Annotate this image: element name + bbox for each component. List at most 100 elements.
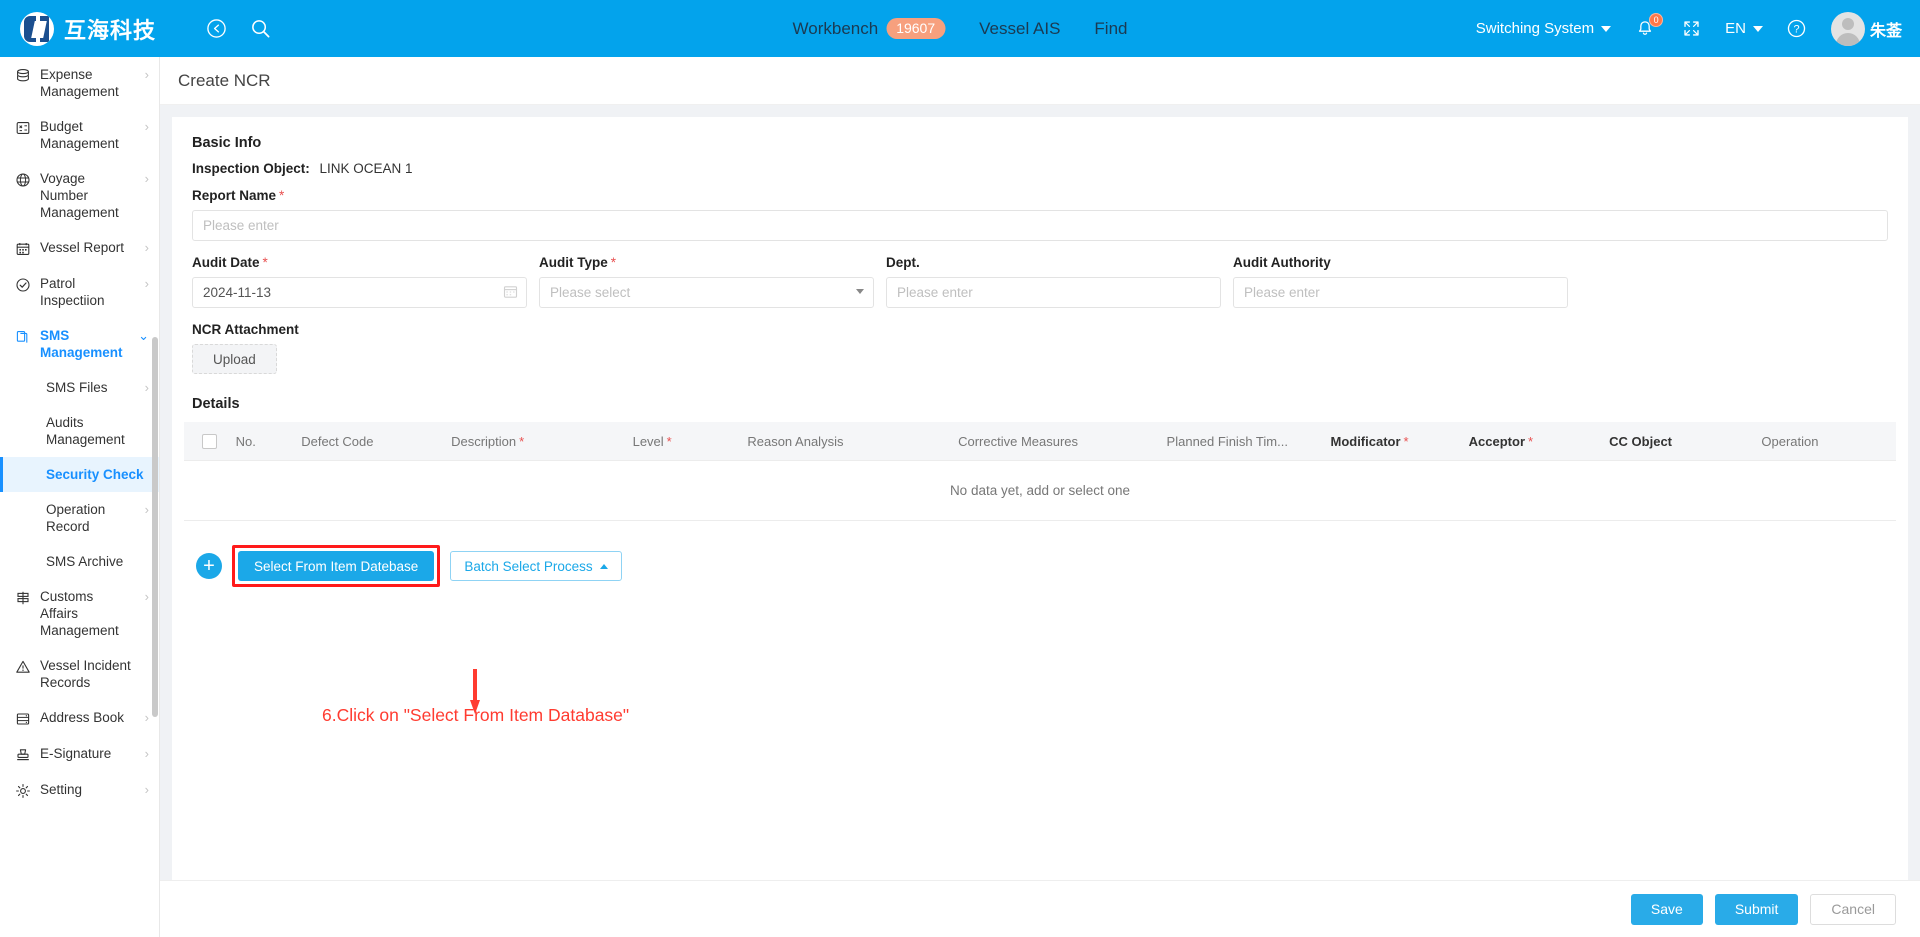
sidebar-item-vessel-incident-records[interactable]: Vessel Incident Records	[0, 648, 159, 700]
nav-label-workbench: Workbench	[792, 18, 879, 38]
add-row-button[interactable]: +	[196, 553, 222, 580]
stamp-icon	[14, 746, 31, 763]
sidebar-item-voyage-number-management[interactable]: Voyage Number Management ›	[0, 161, 159, 230]
col-defect-code-label: Defect Code	[301, 433, 374, 449]
sidebar-item-setting[interactable]: Setting ›	[0, 772, 159, 808]
table-header-row: No. Defect Code Description * Level * Reas…	[184, 422, 1896, 462]
sidebar-item-security-check[interactable]: Security Check	[0, 457, 159, 492]
sidebar-item-label: Customs Affairs Management	[40, 589, 119, 638]
brand-name: 互海科技	[64, 17, 157, 43]
chevron-right-icon: ›	[144, 782, 149, 797]
top-header-bar: 互海科技 Workbench 19607 Vessel AIS Find Swi…	[0, 0, 1920, 57]
sidebar-item-label: Vessel Report	[40, 240, 125, 255]
col-description: Description *	[445, 422, 627, 462]
switching-system-dropdown[interactable]: Switching System	[1476, 20, 1612, 37]
signpost-icon	[14, 589, 31, 606]
notification-count-badge: 0	[1649, 12, 1664, 27]
col-acceptor: Acceptor *	[1462, 422, 1604, 462]
sidebar-item-audits-management[interactable]: Audits Management	[0, 405, 159, 457]
submit-button[interactable]: Submit	[1714, 893, 1799, 925]
required-asterisk: *	[666, 433, 672, 449]
page-header: Create NCR	[160, 57, 1920, 105]
batch-select-process-button[interactable]: Batch Select Process	[450, 551, 622, 582]
col-no-label: No.	[235, 433, 256, 449]
audit-type-select[interactable]: Please select	[539, 277, 874, 308]
select-all-checkbox[interactable]	[202, 434, 217, 450]
chevron-right-icon: ›	[144, 240, 149, 255]
audit-date-label-text: Audit Date	[192, 255, 260, 270]
sidebar-item-sms-archive[interactable]: SMS Archive	[0, 544, 159, 579]
required-asterisk: *	[279, 188, 285, 203]
footer-action-bar: Save Submit Cancel	[160, 880, 1920, 937]
question-circle-icon[interactable]: ?	[1785, 17, 1809, 41]
main-content: Create NCR Basic Info Inspection Object:…	[160, 57, 1920, 937]
chevron-right-icon: ›	[144, 710, 149, 725]
dept-input[interactable]	[886, 277, 1221, 308]
sidebar-subitem-label: Security Check	[46, 467, 144, 482]
inspection-object-label: Inspection Object:	[192, 161, 310, 176]
sidebar-item-label: Vessel Incident Records	[40, 658, 131, 690]
empty-state-text: No data yet, add or select one	[184, 460, 1896, 522]
audit-authority-label: Audit Authority	[1233, 255, 1331, 270]
chevron-right-icon: ›	[144, 380, 149, 395]
sidebar-item-customs-affairs-management[interactable]: Customs Affairs Management ›	[0, 579, 159, 648]
audit-date-input[interactable]	[192, 277, 527, 308]
chevron-right-icon: ›	[144, 746, 149, 761]
sidebar-item-budget-management[interactable]: Budget Management ›	[0, 109, 159, 161]
sidebar-subitem-label: Audits Management	[46, 415, 125, 447]
sidebar-item-label: Patrol Inspectiion	[40, 276, 105, 308]
nav-item-workbench[interactable]: Workbench 19607	[793, 18, 946, 39]
brand: 互海科技	[20, 11, 157, 46]
sidebar-subitem-label: SMS Files	[46, 380, 108, 395]
sidebar-scrollbar[interactable]	[152, 337, 158, 717]
sidebar-item-expense-management[interactable]: Expense Management ›	[0, 57, 159, 109]
notification-bell-icon[interactable]: 0	[1633, 12, 1664, 41]
back-arrow-icon[interactable]	[204, 17, 228, 41]
audit-authority-input[interactable]	[1233, 277, 1568, 308]
sidebar-item-operation-record[interactable]: Operation Record ›	[0, 492, 159, 544]
details-table: No. Defect Code Description * Level * Reas…	[184, 422, 1896, 522]
audit-date-label: Audit Date *	[192, 255, 527, 270]
search-icon[interactable]	[248, 17, 272, 41]
sidebar-item-vessel-report[interactable]: Vessel Report ›	[0, 230, 159, 266]
globe-icon	[14, 171, 31, 188]
upload-button[interactable]: Upload	[192, 344, 277, 374]
sidebar-item-label: Voyage Number Management	[40, 171, 119, 220]
save-button[interactable]: Save	[1630, 893, 1703, 925]
sidebar-item-sms-files[interactable]: SMS Files ›	[0, 370, 159, 405]
col-reason-analysis: Reason Analysis	[741, 422, 953, 462]
nav-item-vessel-ais[interactable]: Vessel AIS	[979, 19, 1060, 39]
highlight-annotation-box: Select From Item Datebase	[232, 545, 441, 588]
nav-label-find: Find	[1094, 18, 1128, 38]
col-reason-analysis-label: Reason Analysis	[747, 433, 844, 449]
calendar-icon[interactable]	[503, 284, 518, 299]
sidebar-item-patrol-inspection[interactable]: Patrol Inspectiion ›	[0, 266, 159, 318]
sidebar-subitem-label: Operation Record	[46, 502, 106, 534]
avatar	[1830, 11, 1865, 46]
col-level-label: Level	[632, 433, 664, 449]
sidebar-item-label: Expense Management	[40, 67, 119, 99]
sidebar-item-sms-management[interactable]: SMS Management ⌄	[0, 318, 159, 370]
nav-item-find[interactable]: Find	[1094, 19, 1127, 39]
select-from-item-database-button[interactable]: Select From Item Datebase	[238, 551, 435, 582]
user-menu[interactable]: 朱菳	[1830, 11, 1902, 46]
sidebar-item-address-book[interactable]: Address Book ›	[0, 700, 159, 736]
address-book-icon	[14, 710, 31, 727]
audit-date-field: Audit Date *	[192, 255, 527, 308]
language-selector[interactable]: EN	[1725, 20, 1763, 37]
database-icon	[14, 67, 31, 84]
required-asterisk: *	[1528, 433, 1534, 449]
col-level: Level *	[626, 422, 742, 462]
report-name-input[interactable]	[192, 210, 1888, 241]
audit-authority-field: Audit Authority	[1233, 255, 1568, 308]
chevron-right-icon: ›	[144, 589, 149, 604]
col-planned-finish-time: Planned Finish Tim...	[1160, 422, 1325, 462]
expand-icon[interactable]	[1679, 17, 1703, 41]
sidebar-item-label: Budget Management	[40, 119, 119, 151]
batch-select-process-label: Batch Select Process	[464, 558, 593, 574]
inspection-object-value: LINK OCEAN 1	[319, 161, 413, 176]
sidebar-item-label: E-Signature	[40, 746, 112, 761]
required-asterisk: *	[610, 255, 617, 270]
cancel-button[interactable]: Cancel	[1810, 893, 1896, 925]
sidebar-item-e-signature[interactable]: E-Signature ›	[0, 736, 159, 772]
